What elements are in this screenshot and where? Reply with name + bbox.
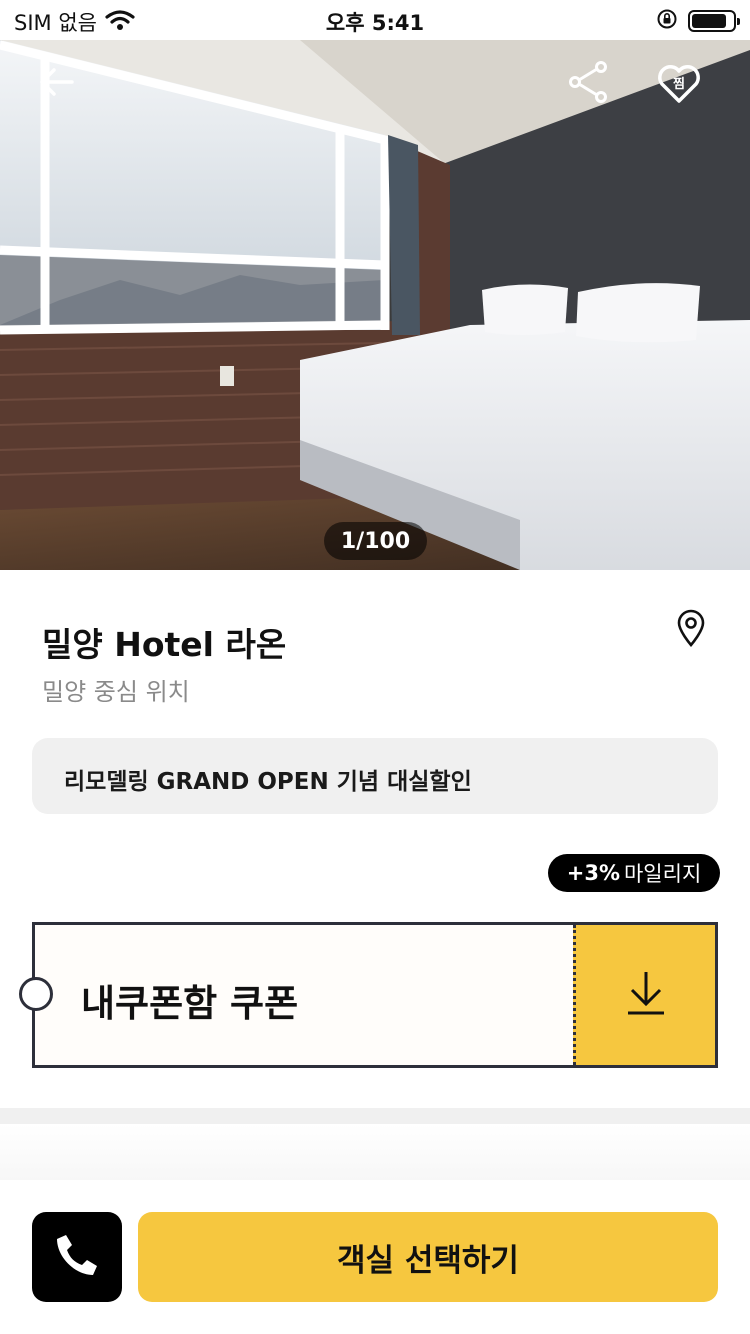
content-fade bbox=[0, 1124, 750, 1180]
hotel-name: 밀양 Hotel 라온 bbox=[42, 625, 287, 664]
mileage-percent: +3% bbox=[566, 861, 620, 885]
mileage-badge: +3% 마일리지 bbox=[548, 854, 720, 892]
map-pin-icon bbox=[676, 609, 706, 651]
photo-counter: 1/100 bbox=[324, 522, 427, 560]
promo-banner: 리모델링 GRAND OPEN 기념 대실할인 bbox=[32, 738, 718, 814]
select-room-button[interactable]: 객실 선택하기 bbox=[138, 1212, 718, 1302]
section-divider bbox=[0, 1108, 750, 1124]
arrow-left-icon bbox=[38, 67, 74, 101]
battery-icon bbox=[688, 10, 740, 32]
coupon-download-button[interactable]: 내쿠폰함 쿠폰 bbox=[19, 922, 718, 1068]
hero-gallery[interactable]: 찜 1/100 bbox=[0, 40, 750, 570]
coupon-notch bbox=[19, 977, 53, 1011]
map-button[interactable] bbox=[670, 607, 712, 653]
share-icon bbox=[568, 61, 608, 107]
mileage-label: 마일리지 bbox=[623, 862, 702, 886]
clock: 오후 5:41 bbox=[325, 11, 425, 35]
promo-text: 리모델링 GRAND OPEN 기념 대실할인 bbox=[64, 769, 472, 795]
status-right bbox=[656, 8, 740, 34]
status-bar: SIM 없음 오후 5:41 bbox=[0, 0, 750, 40]
call-button[interactable] bbox=[32, 1212, 122, 1302]
share-button[interactable] bbox=[560, 56, 616, 112]
hotel-subtitle: 밀양 중심 위치 bbox=[42, 678, 190, 706]
download-icon bbox=[626, 970, 666, 1020]
wishlist-label: 찜 bbox=[673, 77, 685, 92]
rotation-lock-icon bbox=[656, 8, 678, 34]
room-photo bbox=[0, 40, 750, 570]
wishlist-button[interactable]: 찜 bbox=[651, 56, 707, 112]
coupon-label: 내쿠폰함 쿠폰 bbox=[81, 982, 299, 1025]
heart-icon: 찜 bbox=[657, 64, 701, 104]
phone-icon bbox=[53, 1231, 101, 1283]
coupon-download-area[interactable] bbox=[573, 925, 715, 1065]
bottom-action-bar: 객실 선택하기 bbox=[0, 1180, 750, 1334]
back-button[interactable] bbox=[28, 56, 84, 112]
